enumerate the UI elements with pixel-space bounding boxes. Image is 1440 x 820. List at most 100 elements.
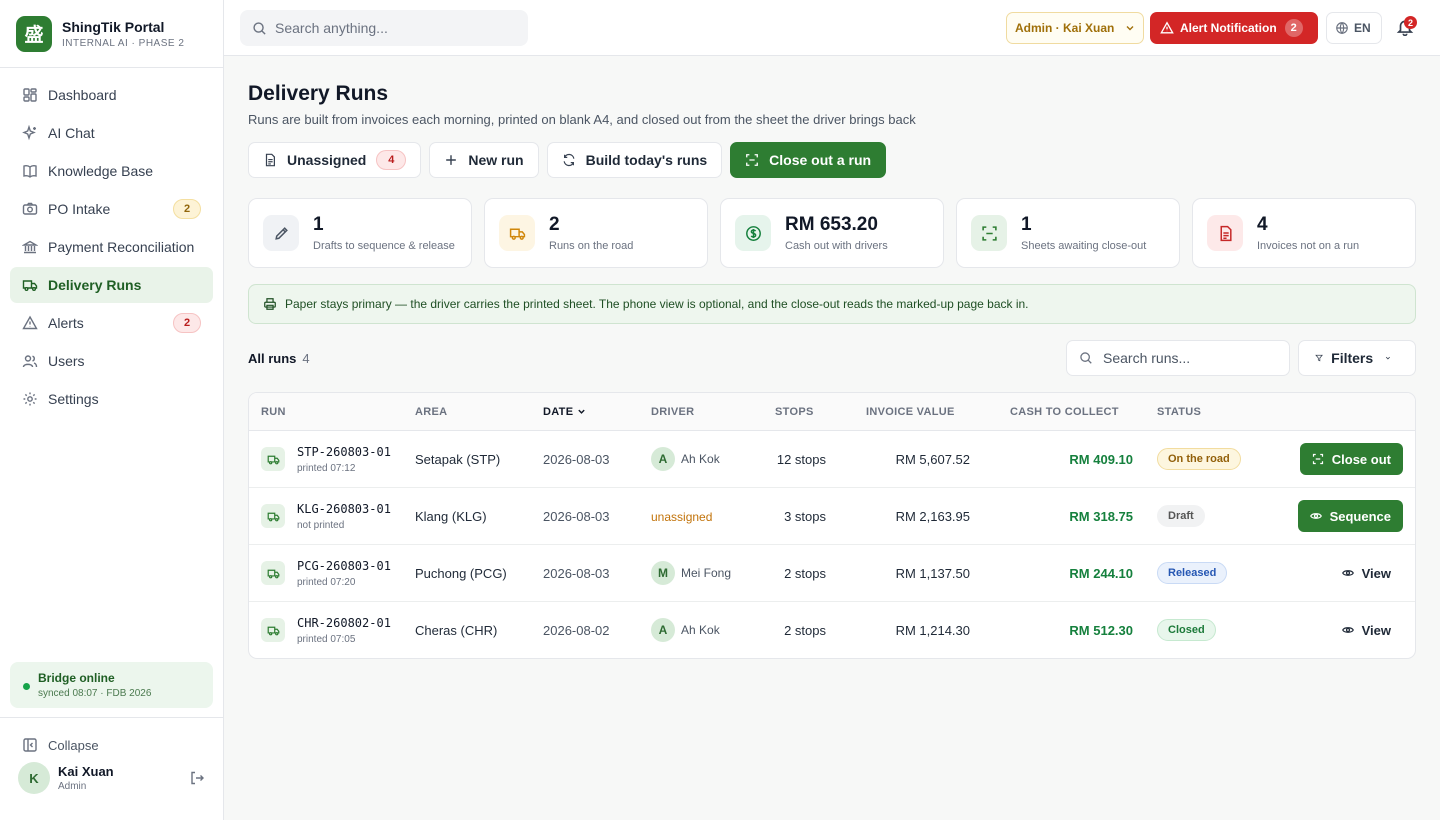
stat-icon-wrap	[1207, 215, 1243, 251]
sidebar-item-payment-reconciliation[interactable]: Payment Reconciliation	[10, 229, 213, 265]
avatar: A	[651, 618, 675, 642]
truck-icon	[261, 447, 285, 471]
run-invoice-value: RM 1,214.30	[895, 622, 970, 638]
sidebar-item-label: Delivery Runs	[48, 277, 142, 293]
sidebar-item-delivery-runs[interactable]: Delivery Runs	[10, 267, 213, 303]
stat-card-cash-out[interactable]: RM 653.20 Cash out with drivers	[720, 198, 944, 268]
close-out-run-button[interactable]: Close out a run	[730, 142, 887, 178]
column-date[interactable]: Date	[543, 406, 651, 418]
role-label: Admin · Kai Xuan	[1015, 21, 1115, 35]
close-out-button[interactable]: Close out	[1299, 443, 1403, 475]
view-label: View	[1361, 622, 1391, 638]
alert-notification-button[interactable]: Alert Notification 2	[1150, 12, 1318, 44]
table-row[interactable]: STP-260803-01 printed 07:12 Setapak (STP…	[249, 431, 1415, 488]
stat-card-invoices-not-on-run[interactable]: 4 Invoices not on a run	[1192, 198, 1416, 268]
table-row[interactable]: PCG-260803-01 printed 07:20 Puchong (PCG…	[249, 545, 1415, 602]
build-todays-runs-button[interactable]: Build today's runs	[546, 142, 723, 178]
sidebar-item-users[interactable]: Users	[10, 343, 213, 379]
sidebar-item-settings[interactable]: Settings	[10, 381, 213, 417]
run-id[interactable]: STP-260803-01	[297, 445, 391, 459]
collapse-label: Collapse	[48, 737, 99, 753]
column-cash-to-collect[interactable]: Cash to collect	[1010, 406, 1157, 418]
sidebar-item-knowledge-base[interactable]: Knowledge Base	[10, 153, 213, 189]
run-area: Cheras (CHR)	[415, 622, 498, 638]
avatar: A	[651, 447, 675, 471]
alert-count-badge: 2	[1284, 19, 1303, 37]
stat-label: Cash out with drivers	[785, 240, 888, 252]
globe-icon	[1336, 22, 1348, 35]
user-profile[interactable]: K Kai Xuan Admin	[0, 762, 223, 794]
document-icon	[265, 153, 275, 167]
column-stops[interactable]: Stops	[775, 406, 866, 418]
brand[interactable]: 盛 ShingTik Portal INTERNAL AI · PHASE 2	[0, 0, 223, 68]
column-status[interactable]: Status	[1157, 406, 1267, 418]
new-run-button[interactable]: New run	[429, 142, 539, 178]
run-id[interactable]: PCG-260803-01	[297, 559, 391, 573]
run-print-status: printed 07:20	[297, 576, 356, 588]
stat-card-drafts[interactable]: 1 Drafts to sequence & release	[248, 198, 472, 268]
status-badge: Closed	[1157, 619, 1216, 641]
bridge-status: Bridge online synced 08:07 · FDB 2026	[10, 662, 213, 708]
stat-card-sheets-awaiting[interactable]: 1 Sheets awaiting close-out	[956, 198, 1180, 268]
run-stops: 2 stops	[784, 565, 826, 581]
status-badge: Released	[1157, 562, 1228, 584]
table-row[interactable]: CHR-260802-01 printed 07:05 Cheras (CHR)…	[249, 602, 1415, 658]
column-area[interactable]: Area	[415, 406, 543, 418]
gear-icon	[23, 392, 37, 406]
collapse-icon	[23, 738, 37, 752]
run-id[interactable]: CHR-260802-01	[297, 616, 391, 630]
stat-value: 4	[1257, 214, 1268, 235]
bank-icon	[22, 240, 38, 254]
stat-card-runs-on-road[interactable]: 2 Runs on the road	[484, 198, 708, 268]
language-switcher[interactable]: EN	[1326, 12, 1382, 44]
stats-row: 1 Drafts to sequence & release 2 Runs on…	[248, 198, 1416, 268]
printer-icon	[264, 298, 276, 310]
user-name: Kai Xuan	[58, 764, 114, 779]
new-run-label: New run	[468, 152, 524, 168]
truck-icon	[22, 280, 38, 291]
run-driver-unassigned: unassigned	[651, 509, 713, 524]
table-row[interactable]: KLG-260803-01 not printed Klang (KLG) 20…	[249, 488, 1415, 545]
search-icon	[1080, 352, 1092, 364]
run-area: Setapak (STP)	[415, 451, 501, 467]
sidebar: 盛 ShingTik Portal INTERNAL AI · PHASE 2 …	[0, 0, 224, 820]
stat-icon-wrap	[263, 215, 299, 251]
runs-search-input[interactable]	[1103, 350, 1273, 366]
sidebar-item-alerts[interactable]: Alerts 2	[10, 305, 213, 341]
view-button[interactable]: View	[1330, 557, 1403, 589]
filter-icon	[1315, 354, 1323, 362]
warning-icon	[1160, 21, 1174, 34]
unassigned-button[interactable]: Unassigned 4	[248, 142, 422, 178]
runs-list-title: All runs	[248, 350, 297, 366]
stat-icon-wrap	[735, 215, 771, 251]
sidebar-nav: Dashboard AI Chat Knowledge Base PO Inta…	[0, 68, 223, 428]
user-role: Admin	[58, 781, 87, 792]
column-run[interactable]: Run	[249, 406, 415, 418]
logout-icon[interactable]	[189, 770, 205, 786]
sidebar-item-label: PO Intake	[48, 201, 111, 217]
run-stops: 12 stops	[776, 451, 826, 467]
sidebar-item-dashboard[interactable]: Dashboard	[10, 77, 213, 113]
sidebar-item-ai-chat[interactable]: AI Chat	[10, 115, 213, 151]
scan-icon	[981, 225, 997, 241]
global-search-input[interactable]	[275, 20, 515, 36]
camera-icon	[22, 202, 38, 215]
run-id[interactable]: KLG-260803-01	[297, 502, 391, 516]
sidebar-item-po-intake[interactable]: PO Intake 2	[10, 191, 213, 227]
status-badge: On the road	[1157, 448, 1241, 470]
view-button[interactable]: View	[1330, 614, 1403, 646]
alert-icon	[22, 315, 38, 330]
sidebar-item-label: Knowledge Base	[48, 163, 154, 179]
role-switcher[interactable]: Admin · Kai Xuan	[1006, 12, 1144, 44]
column-driver[interactable]: Driver	[651, 406, 775, 418]
brand-logo: 盛	[16, 15, 52, 52]
sequence-button[interactable]: Sequence	[1297, 500, 1403, 532]
view-label: View	[1361, 565, 1391, 581]
stat-label: Invoices not on a run	[1257, 240, 1360, 252]
filters-button[interactable]: Filters	[1298, 340, 1416, 376]
runs-search[interactable]	[1066, 340, 1290, 376]
global-search[interactable]	[240, 10, 528, 46]
column-invoice-value[interactable]: Invoice value	[866, 406, 1010, 418]
chevron-down-icon	[1126, 26, 1134, 31]
driver-name: Mei Fong	[681, 566, 732, 580]
